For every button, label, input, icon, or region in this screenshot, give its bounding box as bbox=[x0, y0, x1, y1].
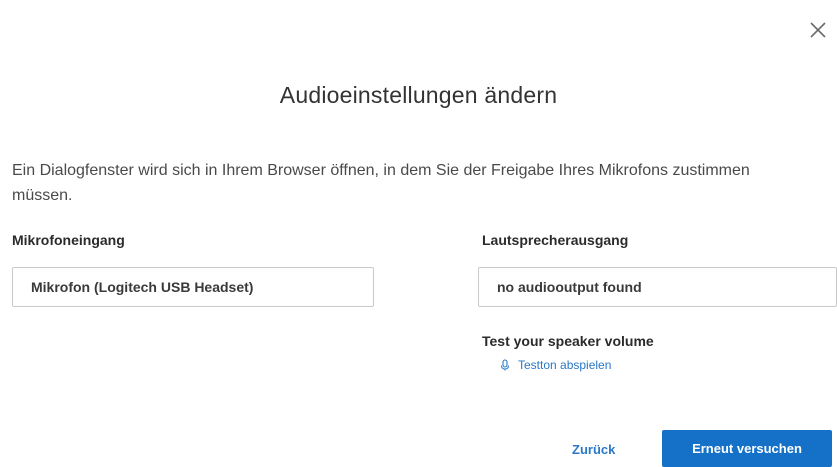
play-test-tone-label: Testton abspielen bbox=[518, 358, 612, 372]
back-button[interactable]: Zurück bbox=[572, 442, 615, 457]
speaker-selected-value: no audiooutput found bbox=[497, 279, 642, 295]
microphone-label: Mikrofoneingang bbox=[12, 232, 125, 248]
dialog-title: Audioeinstellungen ändern bbox=[279, 82, 558, 108]
microphone-select[interactable]: Mikrofon (Logitech USB Headset) bbox=[12, 267, 374, 307]
close-button[interactable] bbox=[806, 18, 830, 42]
retry-button[interactable]: Erneut versuchen bbox=[662, 430, 832, 467]
dialog-description: Ein Dialogfenster wird sich in Ihrem Bro… bbox=[12, 162, 750, 204]
microphone-selected-value: Mikrofon (Logitech USB Headset) bbox=[31, 279, 254, 295]
play-test-tone-link[interactable]: Testton abspielen bbox=[500, 358, 611, 372]
audio-settings-dialog: Audioeinstellungen ändern Ein Dialogfens… bbox=[0, 0, 837, 467]
speaker-label: Lautsprecherausgang bbox=[482, 232, 629, 248]
speaker-select[interactable]: no audiooutput found bbox=[478, 267, 837, 307]
close-icon bbox=[810, 22, 826, 38]
speaker-icon bbox=[501, 359, 509, 371]
test-speaker-label: Test your speaker volume bbox=[482, 333, 654, 349]
